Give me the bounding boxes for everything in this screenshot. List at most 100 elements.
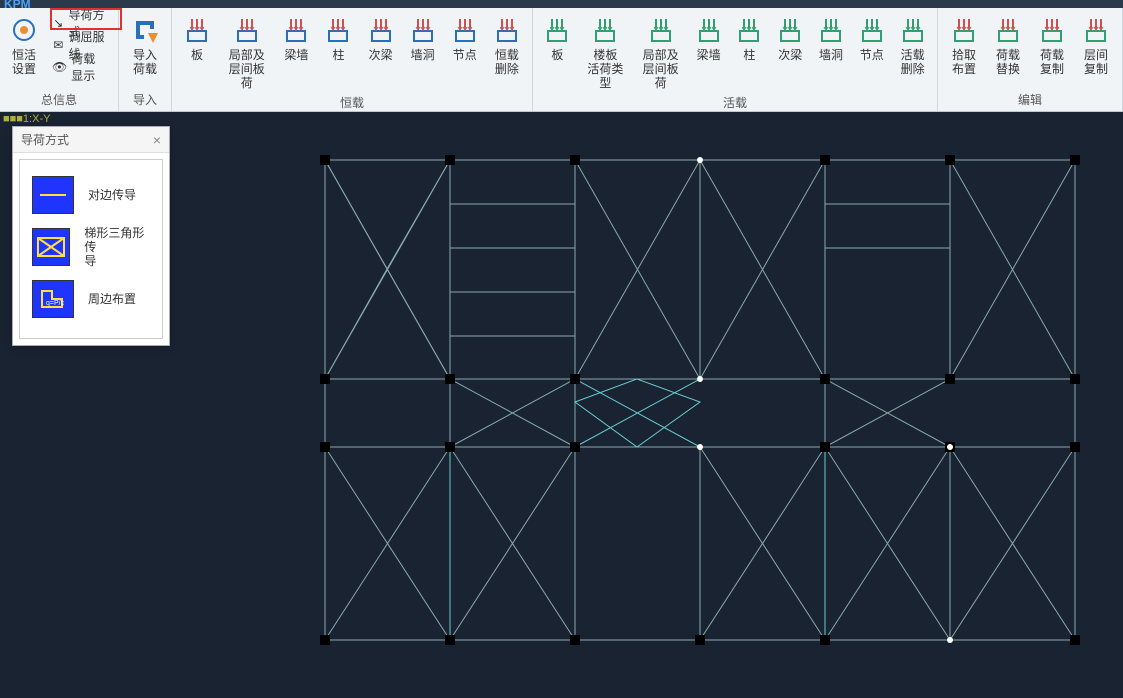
menubar: KPM xyxy=(0,0,1123,8)
button-label: 板 xyxy=(551,48,563,62)
wallhole-button[interactable]: 墙洞 xyxy=(402,10,444,64)
beam-button[interactable]: 梁墙 xyxy=(688,10,729,64)
button-label: 楼板 活荷类型 xyxy=(584,48,627,90)
load-display-button[interactable]: 👁 荷载显示 xyxy=(48,56,110,78)
button-label: 活载 删除 xyxy=(901,48,925,76)
dialog-item-perimeter[interactable]: q=P/c 周边布置 xyxy=(28,274,154,324)
secbeam-icon xyxy=(774,14,806,46)
settings-button[interactable]: 恒活 设置 xyxy=(4,10,44,78)
import-load-label: 导入 荷载 xyxy=(133,48,157,76)
settings-label: 恒活 设置 xyxy=(12,48,36,76)
settings-icon xyxy=(8,14,40,46)
ribbon-group-edit: 拾取 布置 荷载 替换 荷载 复制 层间 复制 编辑 xyxy=(938,8,1123,111)
button-label: 墙洞 xyxy=(819,48,843,62)
dialog-item-trapezoid[interactable]: 梯形三角形传 导 xyxy=(28,220,154,274)
button-label: 荷载 复制 xyxy=(1040,48,1064,76)
perimeter-icon: q=P/c xyxy=(32,280,74,318)
eye-icon: 👁 xyxy=(52,59,67,75)
ribbon-group-live: 板 楼板 活荷类型 局部及 层间板荷 梁墙 柱 次梁 墙洞 节点 xyxy=(533,8,938,111)
import-load-button[interactable]: 导入 荷载 xyxy=(123,10,167,78)
arrow-icon: ↘ xyxy=(52,15,65,31)
layercopy-button[interactable]: 层间 复制 xyxy=(1074,10,1118,78)
column-button[interactable]: 柱 xyxy=(729,10,770,64)
button-label: 板 xyxy=(191,48,203,62)
button-label: 梁墙 xyxy=(284,48,308,62)
copy-icon xyxy=(1036,14,1068,46)
button-label: 局部及 层间板荷 xyxy=(224,48,269,90)
column-button[interactable]: 柱 xyxy=(317,10,359,64)
dialog-titlebar[interactable]: 导荷方式 × xyxy=(13,127,169,153)
dialog-title-text: 导荷方式 xyxy=(21,131,69,148)
dialog-item-label: 梯形三角形传 导 xyxy=(84,226,150,268)
svg-text:q=P/c: q=P/c xyxy=(46,300,65,307)
delete-icon xyxy=(897,14,929,46)
local-icon xyxy=(645,14,677,46)
group-general-label: 总信息 xyxy=(4,89,114,111)
delete-icon xyxy=(491,14,523,46)
ribbon-group-general: 恒活 设置 ↘ 导荷方式 ✉ 调屈服线 👁 荷载显示 总信息 xyxy=(0,8,119,111)
local-icon xyxy=(231,14,263,46)
replace-icon xyxy=(992,14,1024,46)
dialog-item-parallel[interactable]: 对边传导 xyxy=(28,170,154,220)
import-icon xyxy=(129,14,161,46)
slab-button[interactable]: 板 xyxy=(176,10,218,64)
layercopy-icon xyxy=(1080,14,1112,46)
pick-button[interactable]: 拾取 布置 xyxy=(942,10,986,78)
local-button[interactable]: 局部及 层间板荷 xyxy=(218,10,275,92)
button-label: 墙洞 xyxy=(411,48,435,62)
column-icon xyxy=(322,14,354,46)
slab-button[interactable]: 板 xyxy=(537,10,578,64)
type-button[interactable]: 楼板 活荷类型 xyxy=(578,10,633,92)
secbeam-button[interactable]: 次梁 xyxy=(360,10,402,64)
wallhole-button[interactable]: 墙洞 xyxy=(811,10,852,64)
ribbon: 恒活 设置 ↘ 导荷方式 ✉ 调屈服线 👁 荷载显示 总信息 xyxy=(0,8,1123,112)
beam-icon xyxy=(693,14,725,46)
copy-button[interactable]: 荷载 复制 xyxy=(1030,10,1074,78)
button-label: 柱 xyxy=(332,48,344,62)
button-label: 梁墙 xyxy=(697,48,721,62)
mail-icon: ✉ xyxy=(52,37,65,53)
button-label: 局部及 层间板荷 xyxy=(639,48,682,90)
wallhole-icon xyxy=(407,14,439,46)
delete-button[interactable]: 活载 删除 xyxy=(892,10,933,78)
delete-button[interactable]: 恒载 删除 xyxy=(486,10,528,78)
secbeam-button[interactable]: 次梁 xyxy=(770,10,811,64)
node-icon xyxy=(856,14,888,46)
button-label: 节点 xyxy=(453,48,477,62)
beam-icon xyxy=(280,14,312,46)
button-label: 拾取 布置 xyxy=(952,48,976,76)
slab-icon xyxy=(541,14,573,46)
dialog-item-label: 周边布置 xyxy=(88,292,136,306)
node-button[interactable]: 节点 xyxy=(851,10,892,64)
secbeam-icon xyxy=(365,14,397,46)
group-live-label: 活载 xyxy=(537,92,933,114)
parallel-icon xyxy=(32,176,74,214)
local-button[interactable]: 局部及 层间板荷 xyxy=(633,10,688,92)
group-dead-label: 恒载 xyxy=(176,92,528,114)
node-icon xyxy=(449,14,481,46)
button-label: 柱 xyxy=(743,48,755,62)
column-icon xyxy=(733,14,765,46)
group-import-label: 导入 xyxy=(123,89,167,111)
load-method-dialog: 导荷方式 × 对边传导 梯形三角形传 导 q=P/c 周边布置 xyxy=(12,126,170,346)
button-label: 次梁 xyxy=(778,48,802,62)
button-label: 节点 xyxy=(860,48,884,62)
wallhole-icon xyxy=(815,14,847,46)
button-label: 荷载 替换 xyxy=(996,48,1020,76)
pick-icon xyxy=(948,14,980,46)
ribbon-group-dead: 板 局部及 层间板荷 梁墙 柱 次梁 墙洞 节点 恒载 删除 xyxy=(172,8,533,111)
app-logo: KPM xyxy=(4,0,39,8)
group-edit-label: 编辑 xyxy=(942,89,1118,111)
ribbon-group-import: 导入 荷载 导入 xyxy=(119,8,172,111)
node-button[interactable]: 节点 xyxy=(444,10,486,64)
dialog-item-label: 对边传导 xyxy=(88,188,136,202)
replace-button[interactable]: 荷载 替换 xyxy=(986,10,1030,78)
button-label: 层间 复制 xyxy=(1084,48,1108,76)
beam-button[interactable]: 梁墙 xyxy=(275,10,317,64)
button-label: 恒载 删除 xyxy=(495,48,519,76)
load-display-label: 荷载显示 xyxy=(71,50,106,84)
envelope-icon xyxy=(32,228,70,266)
slab-icon xyxy=(181,14,213,46)
close-icon[interactable]: × xyxy=(153,132,161,148)
button-label: 次梁 xyxy=(369,48,393,62)
